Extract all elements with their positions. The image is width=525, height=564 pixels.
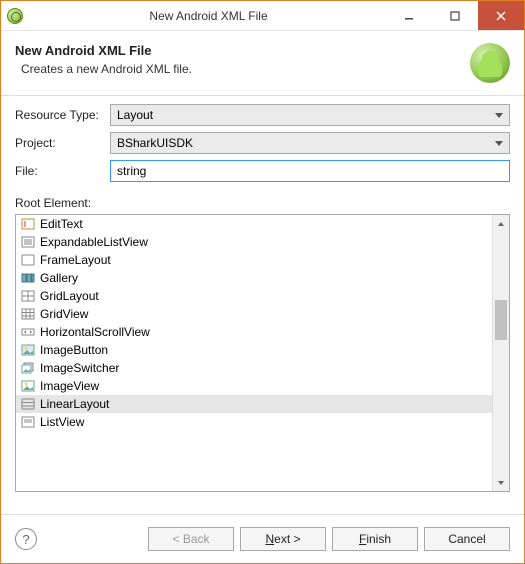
list-item-label: FrameLayout: [40, 253, 111, 267]
list-item[interactable]: ExpandableListView: [16, 233, 492, 251]
project-value: BSharkUISDK: [117, 136, 193, 150]
hscroll-icon: [20, 325, 36, 339]
list-view-icon: [20, 415, 36, 429]
scroll-track[interactable]: [493, 232, 509, 474]
grid-layout-icon: [20, 289, 36, 303]
maximize-button[interactable]: [432, 1, 478, 30]
scroll-down-button[interactable]: [493, 474, 509, 491]
window-title: New Android XML File: [31, 9, 386, 23]
frame-layout-icon: [20, 253, 36, 267]
title-bar: New Android XML File: [1, 1, 524, 31]
expandable-list-icon: [20, 235, 36, 249]
list-item-label: ImageSwitcher: [40, 361, 119, 375]
android-icon: [470, 43, 510, 83]
gallery-icon: [20, 271, 36, 285]
linear-layout-icon: [20, 397, 36, 411]
project-select[interactable]: BSharkUISDK: [110, 132, 510, 154]
help-button[interactable]: ?: [15, 528, 37, 550]
resource-type-label: Resource Type:: [15, 108, 110, 122]
project-label: Project:: [15, 136, 110, 150]
list-item-label: ExpandableListView: [40, 235, 148, 249]
list-item-label: ImageButton: [40, 343, 108, 357]
list-item[interactable]: ImageButton: [16, 341, 492, 359]
header-title: New Android XML File: [15, 43, 470, 58]
list-item[interactable]: LinearLayout: [16, 395, 492, 413]
file-input[interactable]: [110, 160, 510, 182]
resource-type-value: Layout: [117, 108, 153, 122]
list-item[interactable]: Gallery: [16, 269, 492, 287]
image-view-icon: [20, 379, 36, 393]
list-item[interactable]: FrameLayout: [16, 251, 492, 269]
root-element-listbox[interactable]: EditText ExpandableListView FrameLayout Gal…: [15, 214, 510, 492]
dialog-header: New Android XML File Creates a new Andro…: [1, 31, 524, 96]
back-button[interactable]: < Back: [148, 527, 234, 551]
finish-button[interactable]: Finish: [332, 527, 418, 551]
root-element-label: Root Element:: [15, 196, 510, 210]
edit-text-icon: [20, 217, 36, 231]
minimize-button[interactable]: [386, 1, 432, 30]
scrollbar[interactable]: [492, 215, 509, 491]
list-item-label: ListView: [40, 415, 84, 429]
list-item[interactable]: ImageView: [16, 377, 492, 395]
list-item[interactable]: EditText: [16, 215, 492, 233]
list-item[interactable]: ImageSwitcher: [16, 359, 492, 377]
dialog-content: Resource Type: Layout Project: BSharkUIS…: [1, 96, 524, 514]
list-item-label: GridLayout: [40, 289, 99, 303]
list-item-label: ImageView: [40, 379, 99, 393]
list-item-label: Gallery: [40, 271, 78, 285]
dialog-footer: ? < Back Next > Finish Cancel: [1, 514, 524, 563]
app-icon: [7, 8, 23, 24]
file-label: File:: [15, 164, 110, 178]
list-item-label: HorizontalScrollView: [40, 325, 150, 339]
scroll-up-button[interactable]: [493, 215, 509, 232]
scroll-thumb[interactable]: [495, 300, 507, 340]
list-item[interactable]: HorizontalScrollView: [16, 323, 492, 341]
window-controls: [386, 1, 524, 30]
list-item-label: EditText: [40, 217, 83, 231]
list-item-label: GridView: [40, 307, 88, 321]
image-button-icon: [20, 343, 36, 357]
cancel-button[interactable]: Cancel: [424, 527, 510, 551]
list-item-label: LinearLayout: [40, 397, 109, 411]
dialog-window: New Android XML File New Android XML Fil…: [0, 0, 525, 564]
list-item[interactable]: GridLayout: [16, 287, 492, 305]
grid-view-icon: [20, 307, 36, 321]
close-button[interactable]: [478, 1, 524, 30]
next-button[interactable]: Next >: [240, 527, 326, 551]
resource-type-select[interactable]: Layout: [110, 104, 510, 126]
list-item[interactable]: ListView: [16, 413, 492, 431]
list-item[interactable]: GridView: [16, 305, 492, 323]
header-subtitle: Creates a new Android XML file.: [15, 62, 470, 76]
image-switcher-icon: [20, 361, 36, 375]
